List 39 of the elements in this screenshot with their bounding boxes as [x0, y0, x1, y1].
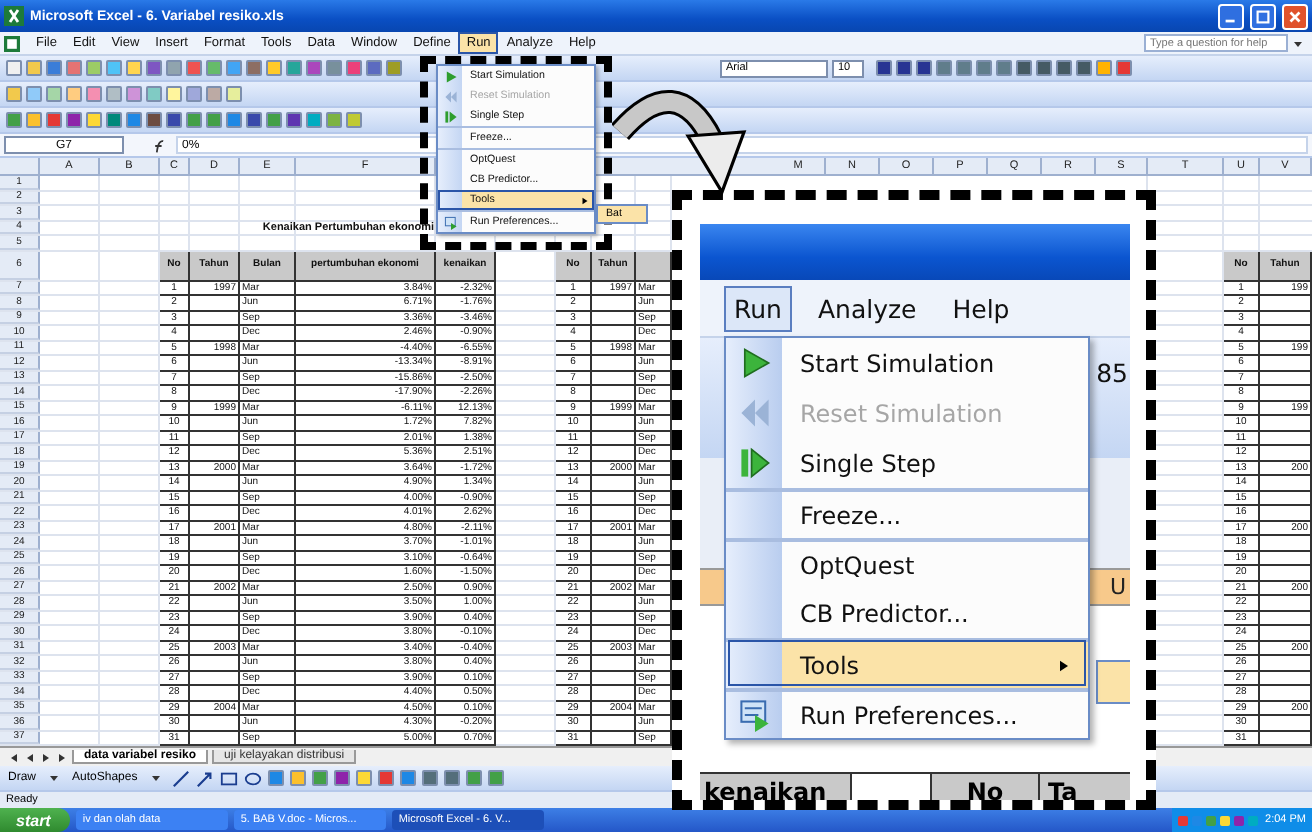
column-heading	[636, 251, 672, 281]
menu-item[interactable]: Run	[724, 285, 792, 331]
maximize-button[interactable]	[1250, 3, 1276, 29]
caret-icon	[149, 772, 162, 784]
step-icon	[443, 109, 457, 123]
maximize-icon	[1254, 7, 1272, 25]
caret-icon	[48, 772, 61, 784]
submenu-arrow-icon	[580, 195, 590, 205]
preferences-icon	[737, 698, 771, 732]
menu-item[interactable]: Tools	[726, 638, 1088, 688]
column-letter: U	[1109, 574, 1126, 600]
minimize-button[interactable]	[1218, 3, 1244, 29]
preferences-icon	[443, 215, 457, 229]
function-icon[interactable]	[152, 137, 168, 153]
menu-item[interactable]: Run Preferences...	[726, 688, 1088, 738]
submenu-arrow-icon	[1056, 657, 1072, 673]
rewind-icon	[737, 396, 771, 430]
close-icon	[1286, 7, 1304, 25]
menu-item[interactable]: Analyze	[807, 285, 927, 331]
menu-item[interactable]: Help	[942, 285, 1020, 331]
menu-item[interactable]: Start Simulation	[726, 338, 1088, 388]
oval-icon[interactable]	[243, 769, 262, 787]
arrow-icon[interactable]	[195, 769, 214, 787]
menu-item[interactable]: OptQuest	[726, 538, 1088, 588]
menu-item[interactable]: Freeze...	[726, 488, 1088, 538]
column-heading: Ta	[1046, 775, 1080, 800]
menu-item[interactable]: CB Predictor...	[726, 588, 1088, 638]
submenu	[1096, 660, 1130, 704]
caret-icon	[1292, 37, 1304, 49]
line-icon[interactable]	[171, 769, 190, 787]
column-heading: No	[932, 774, 1040, 800]
zoom-field[interactable]: 85	[1096, 358, 1128, 388]
start-button[interactable]: start	[0, 808, 71, 832]
spreadsheet-icon	[4, 6, 24, 26]
menu-item[interactable]: Single Step	[726, 438, 1088, 488]
rectangle-icon[interactable]	[219, 769, 238, 787]
step-icon	[737, 446, 771, 480]
close-button[interactable]	[1282, 3, 1308, 29]
spreadsheet-icon	[4, 35, 20, 51]
